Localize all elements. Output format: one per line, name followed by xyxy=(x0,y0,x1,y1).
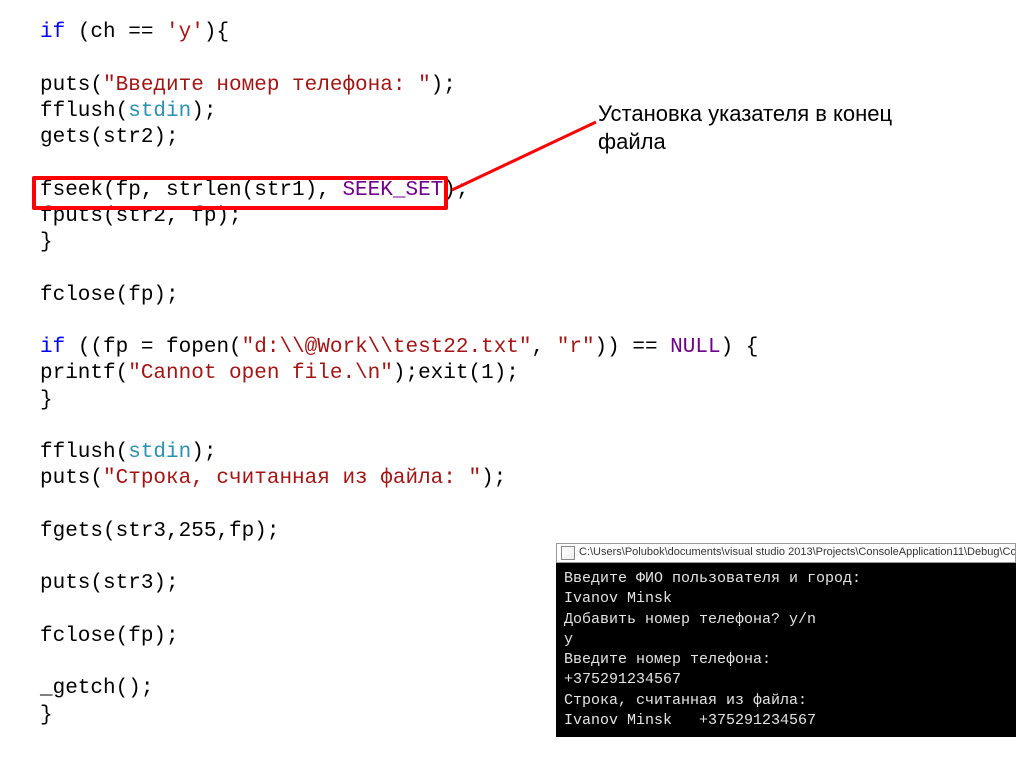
code-text: ); xyxy=(431,74,456,97)
code-text: printf( xyxy=(40,362,128,385)
identifier-stdin: stdin xyxy=(128,441,191,464)
code-text: } xyxy=(40,704,53,727)
code-text: (ch == xyxy=(65,21,166,44)
code-text: ); xyxy=(191,441,216,464)
code-text: puts( xyxy=(40,74,103,97)
slide-root: if (ch == 'y'){ puts("Введите номер теле… xyxy=(0,0,1024,767)
kw-if-2: if xyxy=(40,336,65,359)
code-text: );exit(1); xyxy=(393,362,519,385)
code-text: fgets(str3,255,fp); xyxy=(40,520,279,543)
console-icon xyxy=(561,546,575,560)
code-text: )) == xyxy=(595,336,671,359)
console-title-text: C:\Users\Polubok\documents\visual studio… xyxy=(579,546,1016,560)
highlight-fseek xyxy=(32,176,448,210)
code-text: } xyxy=(40,231,53,254)
macro-null: NULL xyxy=(670,336,720,359)
code-text: puts( xyxy=(40,467,103,490)
code-text: gets(str2); xyxy=(40,126,179,149)
code-text: ); xyxy=(191,100,216,123)
string-literal: "r" xyxy=(557,336,595,359)
identifier-stdin: stdin xyxy=(128,100,191,123)
string-literal: "Строка, считанная из файла: " xyxy=(103,467,481,490)
string-literal: "Введите номер телефона: " xyxy=(103,74,431,97)
code-text: ); xyxy=(481,467,506,490)
code-text: _getch(); xyxy=(40,677,153,700)
annotation-line1: Установка указателя в конец xyxy=(598,100,892,128)
code-text: ((fp = fopen( xyxy=(65,336,241,359)
code-text: puts(str3); xyxy=(40,572,179,595)
arrow-annotation xyxy=(448,110,608,210)
kw-if-1: if xyxy=(40,21,65,44)
console-window: C:\Users\Polubok\documents\visual studio… xyxy=(556,543,1016,737)
string-literal: "d:\\@Work\\test22.txt" xyxy=(242,336,532,359)
code-text: fclose(fp); xyxy=(40,625,179,648)
annotation-text: Установка указателя в конец файла xyxy=(598,100,892,155)
console-output: Введите ФИО пользователя и город: Ivanov… xyxy=(556,563,1016,737)
code-text: fclose(fp); xyxy=(40,284,179,307)
code-text: ){ xyxy=(204,21,229,44)
console-titlebar: C:\Users\Polubok\documents\visual studio… xyxy=(556,543,1016,563)
annotation-line2: файла xyxy=(598,128,892,156)
code-text: fflush( xyxy=(40,441,128,464)
string-literal: "Cannot open file.\n" xyxy=(128,362,393,385)
code-text: ) { xyxy=(721,336,759,359)
code-text: , xyxy=(532,336,557,359)
char-literal: 'y' xyxy=(166,21,204,44)
code-text: } xyxy=(40,389,53,412)
code-text: fflush( xyxy=(40,100,128,123)
